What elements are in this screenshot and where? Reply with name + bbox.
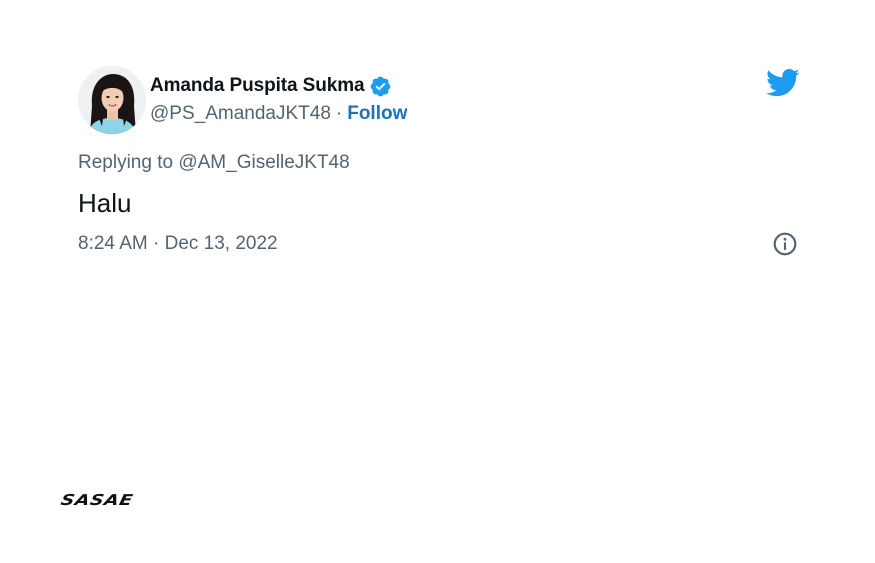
author-name-row: Amanda Puspita Sukma — [150, 74, 407, 98]
author-name[interactable]: Amanda Puspita Sukma — [150, 75, 365, 97]
info-icon[interactable] — [772, 231, 798, 257]
verified-badge-icon — [371, 76, 391, 96]
twitter-bird-icon[interactable] — [766, 68, 800, 98]
avatar[interactable] — [78, 66, 146, 134]
follow-link[interactable]: Follow — [347, 103, 407, 125]
tweet-timestamp[interactable]: 8:24 AM · Dec 13, 2022 — [78, 233, 278, 255]
author-handle-row: @PS_AmandaJKT48 · Follow — [150, 102, 407, 126]
tweet-embed: Amanda Puspita Sukma @PS_AmandaJKT48 · F… — [78, 66, 800, 258]
replying-to[interactable]: Replying to @AM_GiselleJKT48 — [78, 152, 800, 176]
tweet-meta: 8:24 AM · Dec 13, 2022 — [78, 230, 800, 258]
tweet-text: Halu — [78, 188, 132, 218]
author-handle[interactable]: @PS_AmandaJKT48 — [150, 103, 331, 125]
avatar-image — [78, 66, 146, 134]
brand-logo: SASAE — [59, 491, 135, 509]
tweet-header: Amanda Puspita Sukma @PS_AmandaJKT48 · F… — [78, 66, 800, 134]
separator-dot: · — [335, 103, 343, 124]
author-identity: Amanda Puspita Sukma @PS_AmandaJKT48 · F… — [150, 74, 407, 126]
